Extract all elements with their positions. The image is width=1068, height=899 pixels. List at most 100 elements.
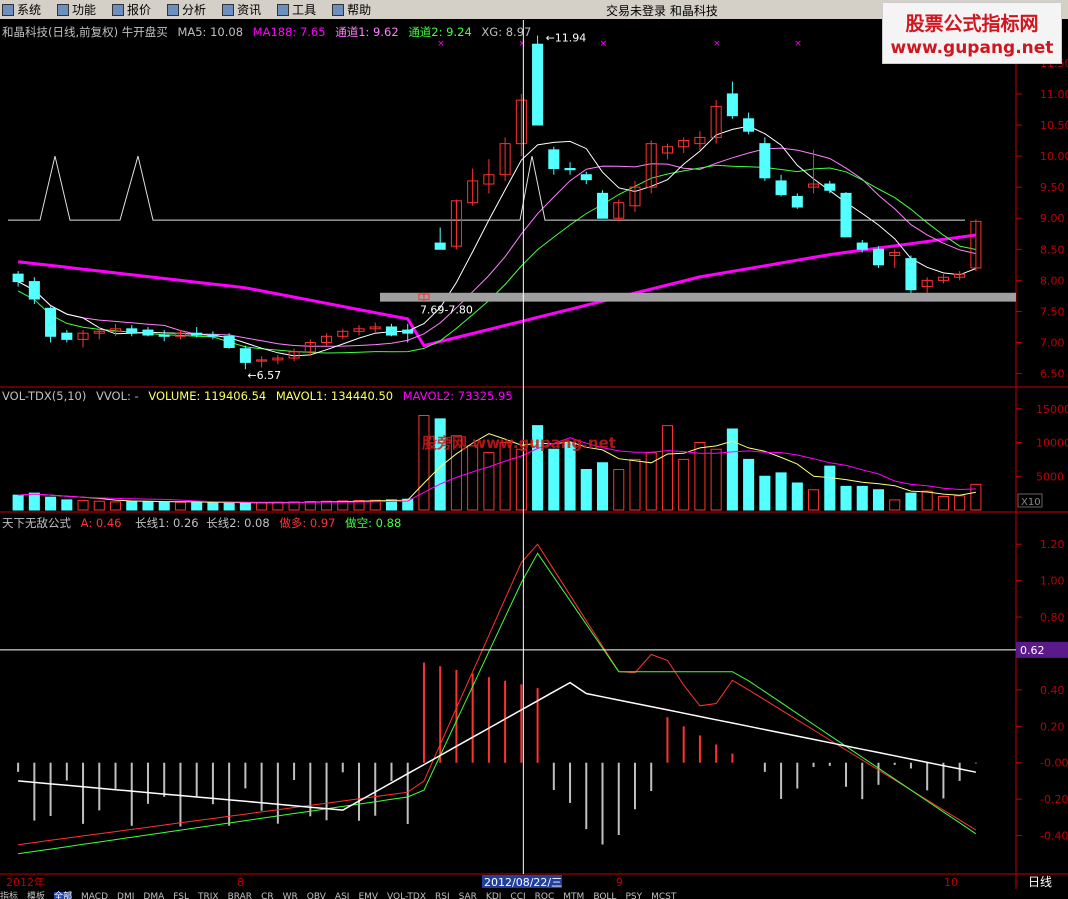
indicator-tab[interactable]: BOLL <box>593 892 616 899</box>
volume-bar <box>775 472 787 511</box>
price-tick-label: 8.50 <box>1040 243 1065 256</box>
candle-body <box>385 326 398 336</box>
bull-value: 做多: 0.97 <box>279 516 336 530</box>
price-tick-label: 11.00 <box>1040 88 1068 101</box>
price-tick-label: 9.00 <box>1040 212 1065 225</box>
channel2-value: 通道2: 9.24 <box>408 25 472 39</box>
volume-bar <box>791 482 803 511</box>
candle-body <box>856 242 868 250</box>
long2-value: 长线2: 0.08 <box>206 516 270 530</box>
indicator-tab[interactable]: CCI <box>510 892 525 899</box>
period-label: 日线 <box>1028 875 1052 889</box>
volume-bar <box>207 502 219 511</box>
mavol2-value: MAVOL2: 73325.95 <box>402 389 513 403</box>
volume-value: VOLUME: 119406.54 <box>148 389 267 403</box>
ma5-line <box>17 125 977 357</box>
volume-bar <box>45 496 57 511</box>
volume-bar <box>921 490 933 511</box>
volume-bar <box>191 502 203 511</box>
candle-body <box>126 328 138 334</box>
long-line <box>18 681 977 811</box>
bull-line <box>18 543 977 846</box>
volume-bar <box>856 485 868 511</box>
a-value: A: 0.46 <box>80 516 122 530</box>
xg-signal-line <box>8 155 965 221</box>
indicator-tab[interactable]: TRIX <box>198 892 219 899</box>
candle-body <box>872 248 885 266</box>
candle-body <box>791 195 803 208</box>
candle-body <box>28 281 40 300</box>
volume-bar <box>743 458 755 511</box>
indicator-tab[interactable]: BRAR <box>228 892 252 899</box>
indicator-tick-label: 1.20 <box>1040 538 1065 551</box>
indicator-tab[interactable]: MACD <box>81 892 108 899</box>
bear-value: 做空: 0.88 <box>345 516 402 530</box>
candle-body <box>840 192 852 238</box>
support-band <box>380 292 1016 302</box>
indicator-tab[interactable]: 指标 <box>0 892 18 899</box>
mavol1-value: MAVOL1: 134440.50 <box>275 389 394 403</box>
indicator-tab[interactable]: EMV <box>358 892 378 899</box>
watermark-logo: 股票公式指标网 www.gupang.net <box>882 2 1062 64</box>
candle-body <box>726 93 738 117</box>
indicator-tick-label: 0.40 <box>1040 684 1065 697</box>
vol-title: VOL-TDX(5,10) <box>2 389 87 403</box>
candle-body <box>223 335 235 348</box>
channel1-value: 通道1: 9.62 <box>335 25 399 39</box>
volume-bar <box>872 489 885 511</box>
volume-bar <box>824 465 836 511</box>
indicator-tab[interactable]: MCST <box>651 892 676 899</box>
candle-body <box>743 118 755 132</box>
indicator-tab[interactable]: 全部 <box>54 892 73 899</box>
volume-bar <box>548 448 560 511</box>
indicator-tab[interactable]: 模板 <box>27 892 45 899</box>
volume-bar <box>678 458 690 511</box>
signal-marker: × <box>437 39 445 49</box>
indicator-tab[interactable]: KDJ <box>486 892 502 899</box>
price-tick-label: 10.50 <box>1040 119 1068 132</box>
indicator-tab[interactable]: SAR <box>459 892 477 899</box>
volume-bar <box>142 501 154 511</box>
high-annotation: ←11.94 <box>546 32 587 45</box>
ma5-value: MA5: 10.08 <box>177 25 244 39</box>
long1-value: 长线1: 0.26 <box>135 516 199 530</box>
volume-bar <box>61 499 73 511</box>
xg-value: XG: 8.97 <box>481 25 532 39</box>
signal-marker: × <box>518 39 526 49</box>
indicator-tab[interactable]: CR <box>261 892 274 899</box>
indicator-tab[interactable]: ROC <box>535 892 555 899</box>
range-annotation: 7.69-7.80 <box>420 304 473 317</box>
indicator-tab[interactable]: WR <box>283 892 298 899</box>
volume-bar <box>970 483 982 511</box>
volume-bar <box>596 462 609 511</box>
volume-bar <box>580 469 592 511</box>
volume-bar <box>905 492 917 511</box>
indicator-tab[interactable]: FSL <box>173 892 189 899</box>
stock-title: 和晶科技(日线,前复权) 牛开盘买 <box>2 25 168 39</box>
volume-bar <box>889 499 901 511</box>
price-panel-header: 和晶科技(日线,前复权) 牛开盘买 MA5: 10.08 MA188: 7.65… <box>2 24 531 40</box>
indicator-tab[interactable]: OBV <box>307 892 326 899</box>
volume-unit: X10 <box>1021 497 1041 508</box>
indicator-tab[interactable]: VOL-TDX <box>387 892 426 899</box>
price-tick-label: 6.50 <box>1040 368 1065 381</box>
indicator-tab[interactable]: MTM <box>563 892 584 899</box>
indicator-tab[interactable]: DMI <box>117 892 134 899</box>
indicator-tab[interactable]: ASI <box>335 892 350 899</box>
candle-body <box>402 329 414 334</box>
volume-bar <box>418 415 430 511</box>
indicator-tick-label: -0.20 <box>1040 793 1068 806</box>
ma188-line <box>17 233 977 348</box>
indicator-tab[interactable]: DMA <box>143 892 164 899</box>
ma188-value: MA188: 7.65 <box>252 25 326 39</box>
vvol-value: VVOL: - <box>96 389 139 403</box>
volume-bar <box>174 501 186 511</box>
signal-marker: × <box>600 39 608 49</box>
indicator-tab[interactable]: RSI <box>435 892 450 899</box>
indicator-tab[interactable]: PSY <box>625 892 642 899</box>
candle-body <box>434 242 446 250</box>
volume-bar <box>937 496 949 511</box>
volume-bar <box>629 458 641 511</box>
signal-marker: × <box>713 39 721 49</box>
volume-bar <box>613 469 625 511</box>
